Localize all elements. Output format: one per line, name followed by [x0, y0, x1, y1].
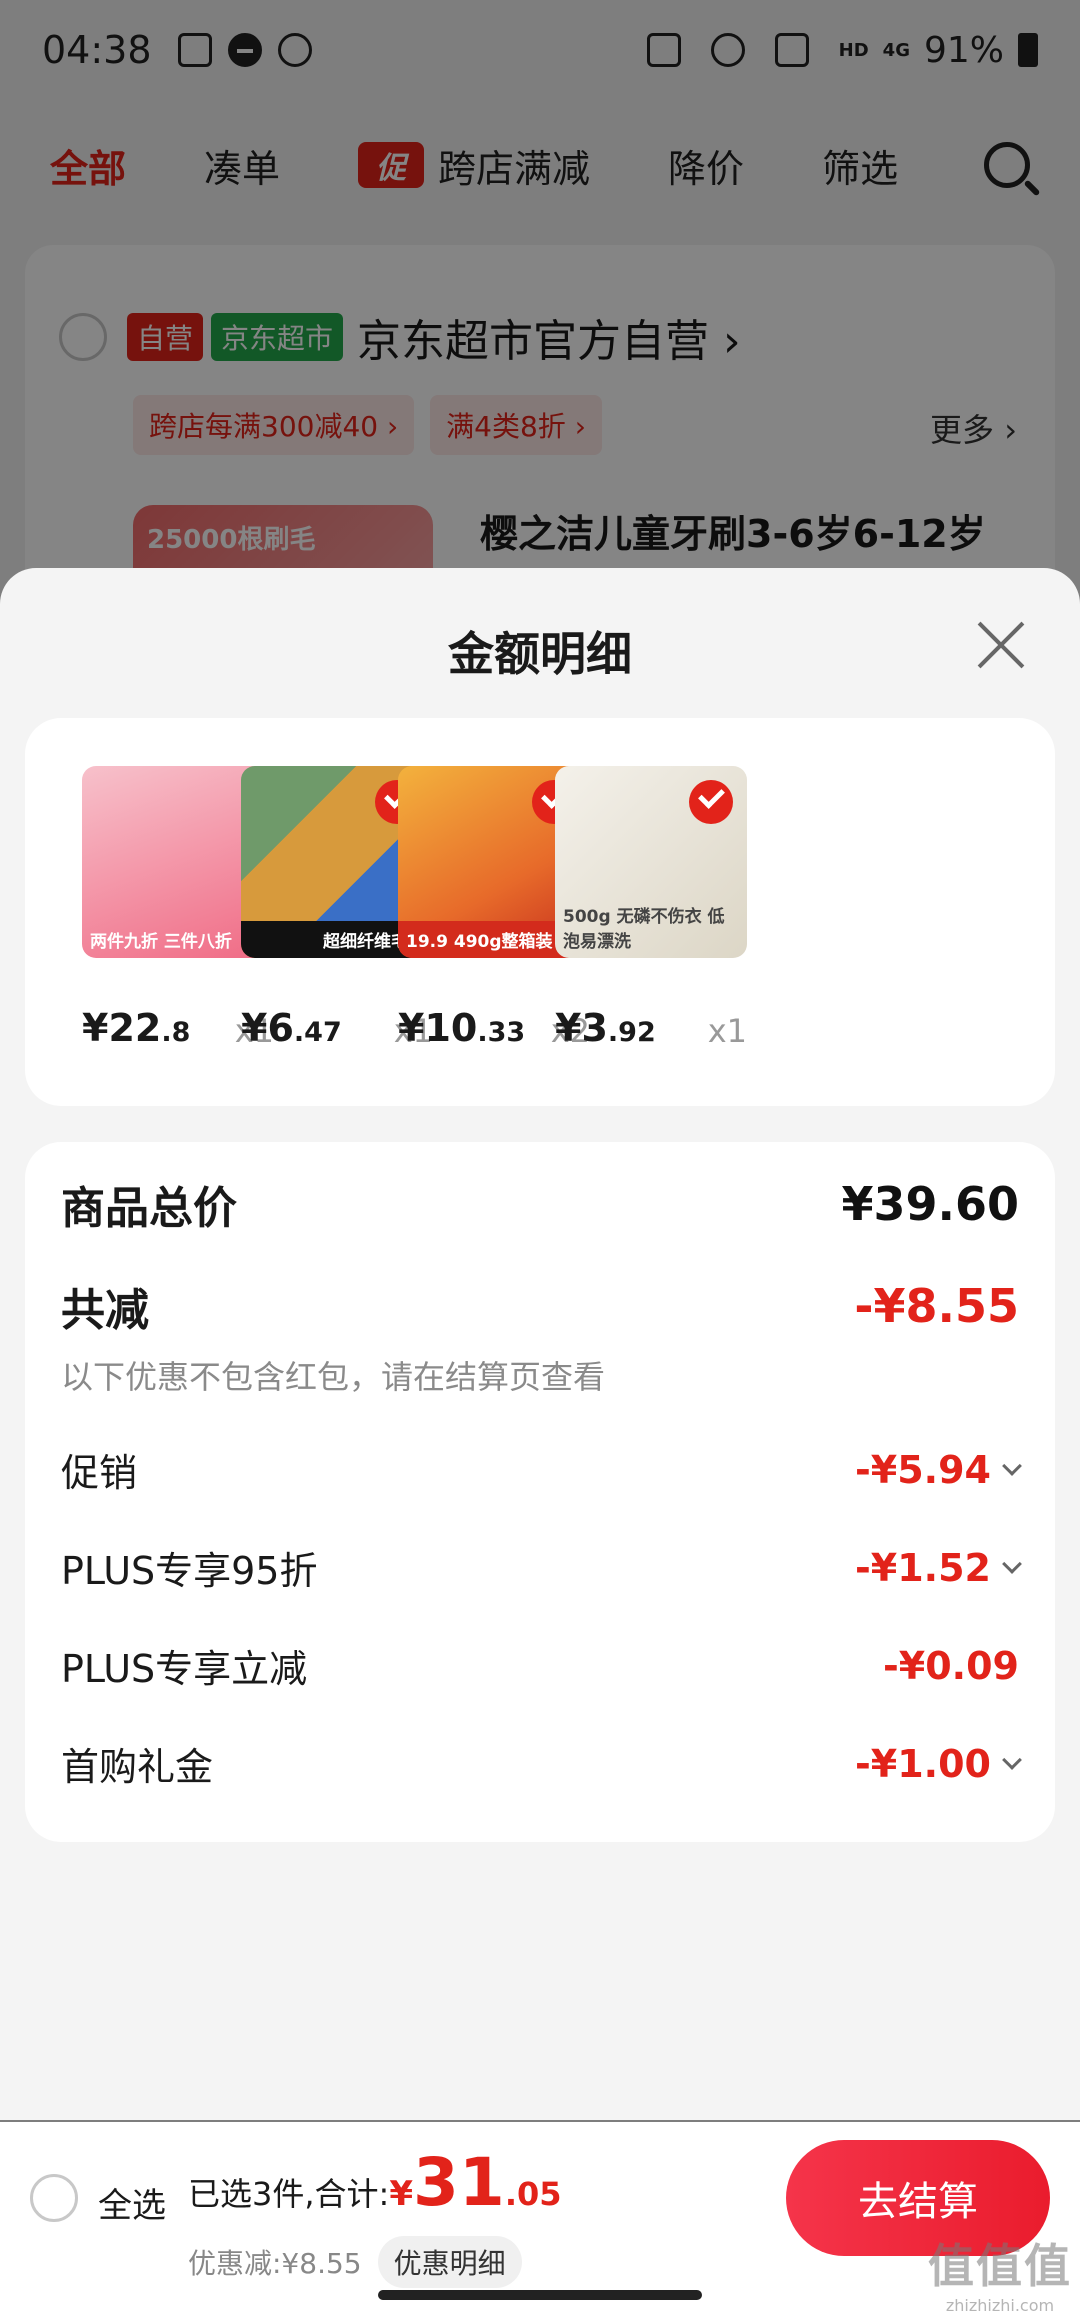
price-integer: 3 — [581, 1006, 608, 1050]
breakdown-amount: -¥1.52 — [855, 1545, 991, 1590]
item-price: ¥10.33 — [398, 1006, 525, 1050]
chevron-down-icon — [1002, 1749, 1022, 1770]
breakdown-row-first-purchase[interactable]: 首购礼金 -¥1.00 — [61, 1736, 1022, 1791]
watermark: 值值值 zhizhizhi.com — [928, 2230, 1072, 2315]
selected-item[interactable]: 500g 无磷不伤衣 低泡易漂洗 ¥3.92 x1 — [555, 766, 755, 1066]
watermark-url: zhizhizhi.com — [945, 2296, 1055, 2315]
breakdown-label: PLUS专享立减 — [61, 1647, 308, 1691]
breakdown-row-plus-instant: PLUS专享立减 -¥0.09 — [61, 1638, 1019, 1693]
close-icon[interactable] — [974, 618, 1028, 672]
discount-note: 以下优惠不包含红包，请在结算页查看 — [61, 1358, 606, 1396]
price-decimal: .92 — [607, 1017, 656, 1048]
breakdown-amount: -¥5.94 — [855, 1447, 991, 1492]
breakdown-row-plus95[interactable]: PLUS专享95折 -¥1.52 — [61, 1540, 1022, 1595]
home-indicator[interactable] — [378, 2290, 702, 2300]
sheet-title: 金额明细 — [448, 627, 632, 681]
breakdown-value: -¥1.00 — [855, 1741, 1022, 1786]
chevron-down-icon — [1002, 1553, 1022, 1574]
item-price: ¥6.47 — [241, 1006, 342, 1050]
select-all-label[interactable]: 全选 — [98, 2178, 166, 2227]
price-integer: 10 — [424, 1006, 478, 1050]
item-image-caption: 500g 无磷不伤衣 低泡易漂洗 — [563, 907, 725, 952]
breakdown-label: 首购礼金 — [61, 1745, 214, 1789]
total-value: ¥39.60 — [841, 1177, 1019, 1231]
price-integer: 6 — [267, 1006, 294, 1050]
yen-symbol: ¥ — [82, 1006, 109, 1050]
price-integer: 22 — [108, 1006, 162, 1050]
total-row: 商品总价 ¥39.60 — [61, 1172, 1019, 1236]
checkout-bar: 全选 已选3件,合计: ¥ 31 .05 优惠减:¥8.55 优惠明细 去结算 — [0, 2122, 1080, 2316]
breakdown-row-promo[interactable]: 促销 -¥5.94 — [61, 1442, 1022, 1497]
yen-symbol: ¥ — [398, 1006, 425, 1050]
summary-prefix: 已选3件,合计: — [188, 2175, 390, 2213]
price-decimal: .47 — [293, 1017, 342, 1048]
discount-label: 共减 — [61, 1285, 149, 1336]
chevron-down-icon — [1002, 1455, 1022, 1476]
total-label: 商品总价 — [61, 1183, 237, 1234]
breakdown-amount: -¥0.09 — [883, 1643, 1019, 1688]
item-price: ¥22.8 — [82, 1006, 190, 1050]
selected-items-card: 两件九折 三件八折 ¥22.8 x1 超细纤维毛巾 ¥6.47 x1 19.9 … — [25, 718, 1055, 1106]
total-decimal: .05 — [504, 2175, 562, 2213]
discount-detail-button[interactable]: 优惠明细 — [377, 2236, 522, 2288]
item-quantity: x1 — [707, 1012, 747, 1050]
item-price: ¥3.92 — [555, 1006, 656, 1050]
check-icon — [689, 780, 733, 824]
breakdown-amount: -¥1.00 — [855, 1741, 991, 1786]
breakdown-value: -¥0.09 — [883, 1644, 1019, 1688]
breakdown-label: 促销 — [61, 1451, 138, 1495]
yen-symbol: ¥ — [241, 1006, 268, 1050]
watermark-logo: 值值值 — [928, 2239, 1072, 2293]
breakdown-value: -¥1.52 — [855, 1545, 1022, 1590]
price-detail-card: 商品总价 ¥39.60 共减 -¥8.55 以下优惠不包含红包，请在结算页查看 … — [25, 1142, 1055, 1842]
yen-symbol: ¥ — [555, 1006, 582, 1050]
amount-detail-sheet: 金额明细 两件九折 三件八折 ¥22.8 x1 超细纤维毛巾 ¥6.47 x1 … — [0, 568, 1080, 2120]
discount-summary: 优惠减:¥8.55 优惠明细 — [188, 2236, 522, 2288]
item-image: 500g 无磷不伤衣 低泡易漂洗 — [555, 766, 747, 958]
select-all-radio[interactable] — [30, 2174, 78, 2222]
discount-row: 共减 -¥8.55 — [61, 1274, 1019, 1338]
price-decimal: .33 — [477, 1017, 526, 1048]
discount-text: 优惠减:¥8.55 — [188, 2247, 362, 2280]
cart-summary: 已选3件,合计: ¥ 31 .05 — [188, 2144, 562, 2221]
total-yen: ¥ — [389, 2174, 413, 2214]
price-decimal: .8 — [161, 1017, 191, 1048]
discount-value: -¥8.55 — [854, 1279, 1019, 1333]
total-integer: 31 — [413, 2144, 505, 2221]
breakdown-label: PLUS专享95折 — [61, 1549, 318, 1593]
breakdown-value: -¥5.94 — [855, 1447, 1022, 1492]
